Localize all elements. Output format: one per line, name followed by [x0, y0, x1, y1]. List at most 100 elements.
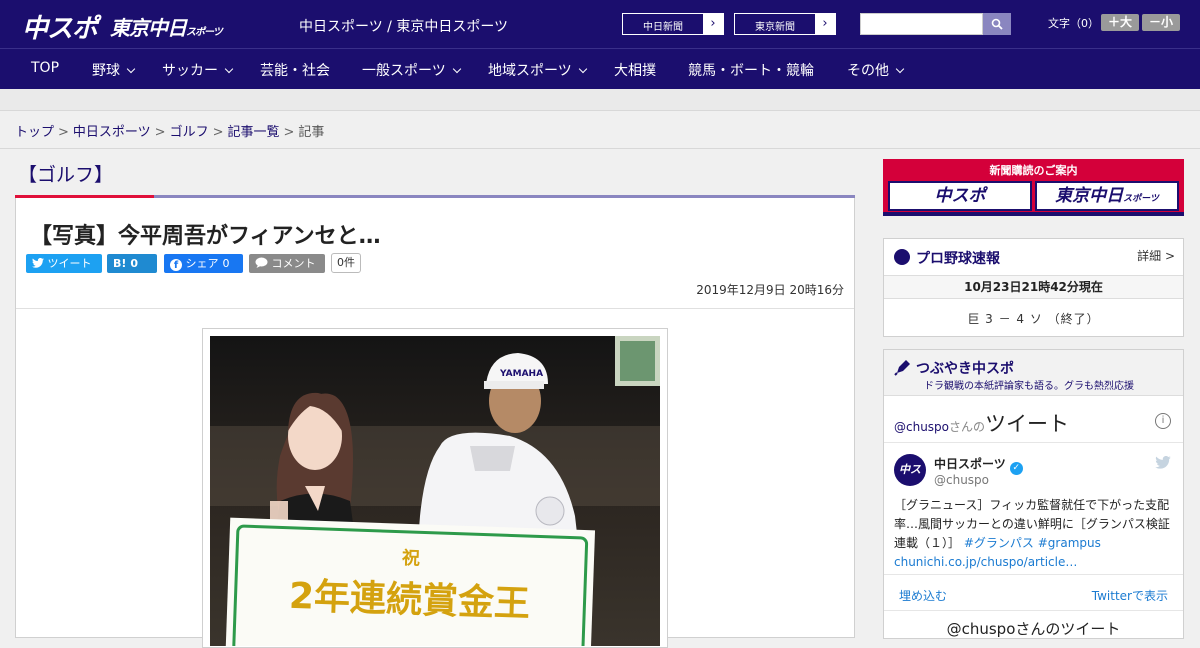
nav-item-soccer[interactable]: サッカー [162, 60, 234, 80]
breadcrumb-chunichi-sports[interactable]: 中日スポーツ [73, 125, 151, 140]
divider [884, 610, 1183, 611]
baseball-detail-link[interactable]: 詳細 > [1137, 247, 1175, 264]
hatena-bookmark-button[interactable]: B! 0 [107, 254, 157, 273]
search-button[interactable] [983, 13, 1011, 35]
baseball-game-result[interactable]: 巨 3 － 4 ソ （終了） [884, 310, 1183, 327]
top-header: 中スポ 東京中日スポーツ 中日スポーツ / 東京中日スポーツ 中日新聞 › 東京… [0, 0, 1200, 48]
nav-label: その他 [847, 63, 889, 79]
view-on-twitter-link[interactable]: Twitterで表示 [1092, 587, 1168, 604]
breadcrumb-sep: > [58, 125, 69, 140]
tweet-author-name-text: 中日スポーツ [934, 457, 1006, 471]
nav-label: 競馬・ボート・競輪 [688, 63, 814, 79]
tokyo-subscribe-text: 東京中日 [1055, 186, 1124, 206]
hatena-icon: B! [113, 257, 127, 270]
facebook-icon: f [170, 259, 182, 271]
twitter-widget: つぶやき中スポ ドラ観戦の本紙評論家も語る。グラも熱烈応援 @chuspoさんの… [883, 349, 1184, 639]
board-main-text: 2年連続賞金王 [288, 575, 530, 625]
breadcrumb-sep: > [154, 125, 166, 140]
tweet-author-name[interactable]: 中日スポーツ ✓ [934, 455, 1023, 475]
embed-link[interactable]: 埋め込む [899, 587, 947, 604]
breadcrumb-article-list[interactable]: 記事一覧 [228, 125, 280, 140]
tweet-text: ［グラニュース］フィッカ監督就任で下がった支配率…風間サッカーとの違い鮮明に［グ… [894, 496, 1174, 572]
search-icon [991, 18, 1003, 30]
timeline-handle[interactable]: @chuspo [894, 420, 949, 434]
chevron-down-icon [578, 64, 587, 74]
chevron-down-icon [224, 64, 234, 74]
comment-button[interactable]: コメント [249, 254, 325, 273]
subscription-banner[interactable]: 新聞購読のご案内 中スポ 東京中日スポーツ [883, 159, 1184, 216]
nav-item-baseball[interactable]: 野球 [92, 60, 136, 80]
chuspo-subscribe-logo: 中スポ [888, 181, 1032, 211]
nav-item-other[interactable]: その他 [847, 60, 905, 80]
chevron-down-icon [452, 64, 461, 74]
nav-label: 一般スポーツ [362, 63, 446, 79]
chevron-right-icon: › [815, 14, 835, 34]
nav-item-regional-sports[interactable]: 地域スポーツ [488, 60, 587, 80]
article-photo[interactable]: YAMAHA 祝 2年連続賞金王 [210, 336, 660, 646]
breadcrumb-current: 記事 [298, 125, 325, 140]
nav-item-general-sports[interactable]: 一般スポーツ [362, 60, 461, 80]
main-nav: TOP 野球 サッカー 芸能・社会 一般スポーツ 地域スポーツ 大相撲 競馬・ボ… [0, 48, 1200, 89]
search-input[interactable] [860, 13, 983, 35]
tokyo-subscribe-logo: 東京中日スポーツ [1035, 181, 1179, 211]
tsubuyaki-header: つぶやき中スポ ドラ観戦の本紙評論家も語る。グラも熱烈応援 [884, 350, 1183, 396]
facebook-count: 0 [222, 257, 230, 270]
divider [884, 574, 1183, 575]
facebook-share-label: シェア [185, 257, 219, 270]
hatena-count: 0 [130, 257, 139, 270]
divider [16, 308, 854, 309]
tweets-footer-link[interactable]: @chuspoさんのツイート [884, 618, 1183, 639]
chunichi-shimbun-button[interactable]: 中日新聞 › [622, 13, 724, 35]
chevron-down-icon [895, 64, 905, 74]
baseball-score-widget: プロ野球速報 詳細 > 10月23日21時42分現在 巨 3 － 4 ソ （終了… [883, 238, 1184, 337]
breadcrumb-top[interactable]: トップ [15, 125, 54, 140]
divider [0, 148, 1200, 149]
breadcrumb: トップ > 中日スポーツ > ゴルフ > 記事一覧 > 記事 [15, 121, 324, 140]
tweet-author-handle[interactable]: @chuspo [934, 473, 989, 487]
baseball-icon [894, 249, 910, 265]
font-larger-button[interactable]: ＋大 [1101, 14, 1139, 31]
tweet-hashtag-grampus-jp[interactable]: #グランパス [964, 536, 1034, 550]
nav-item-top[interactable]: TOP [31, 60, 59, 76]
timeline-san: さんの [949, 420, 986, 434]
chunichi-shimbun-label: 中日新聞 [643, 22, 683, 33]
nav-item-sumo[interactable]: 大相撲 [614, 60, 656, 80]
board-top-text: 祝 [402, 547, 421, 570]
twitter-bird-icon[interactable] [1155, 456, 1171, 469]
nav-label: サッカー [162, 63, 218, 79]
chevron-down-icon [126, 64, 136, 74]
breadcrumb-sep: > [283, 125, 295, 140]
chuspo-logo[interactable]: 中スポ [22, 8, 98, 45]
verified-badge-icon: ✓ [1009, 462, 1023, 475]
tweet-share-label: ツイート [47, 257, 92, 270]
golfer-and-fiancee-photo: YAMAHA 祝 2年連続賞金王 [210, 336, 660, 646]
subscription-heading: 新聞購読のご案内 [989, 164, 1078, 177]
tokyo-logo-small: スポーツ [186, 27, 223, 38]
tweet-share-button[interactable]: ツイート [26, 254, 102, 273]
tokyo-logo-text: 東京中日 [110, 16, 187, 40]
nav-label: 大相撲 [614, 63, 656, 79]
nav-label: TOP [31, 60, 60, 76]
nav-label: 地域スポーツ [488, 63, 572, 79]
baseball-title: プロ野球速報 [916, 251, 1000, 267]
info-icon[interactable]: i [1155, 413, 1171, 429]
tsubuyaki-title: つぶやき中スポ [916, 361, 1014, 377]
speech-bubble-icon [255, 257, 268, 268]
category-heading: 【ゴルフ】 [18, 164, 114, 186]
facebook-share-button[interactable]: f シェア 0 [164, 254, 243, 273]
baseball-update-time: 10月23日21時42分現在 [884, 275, 1183, 299]
cap-brand-text: YAMAHA [499, 369, 543, 379]
avatar[interactable]: 中スポ [894, 454, 926, 508]
tokyo-chunichi-logo[interactable]: 東京中日スポーツ [110, 12, 223, 41]
nav-item-racing[interactable]: 競馬・ボート・競輪 [688, 60, 814, 80]
breadcrumb-golf[interactable]: ゴルフ [170, 125, 209, 140]
tweet-link[interactable]: chunichi.co.jp/chuspo/article… [894, 555, 1077, 569]
tokyo-shimbun-button[interactable]: 東京新聞 › [734, 13, 836, 35]
tweet-hashtag-grampus[interactable]: #grampus [1038, 536, 1101, 550]
tsubuyaki-subtitle: ドラ観戦の本紙評論家も語る。グラも熱烈応援 [924, 381, 1134, 392]
article-date: 2019年12月9日 20時16分 [696, 283, 844, 297]
breadcrumb-sep: > [212, 125, 224, 140]
nav-item-entertainment[interactable]: 芸能・社会 [260, 60, 330, 80]
font-smaller-button[interactable]: －小 [1142, 14, 1180, 31]
site-title[interactable]: 中日スポーツ / 東京中日スポーツ [299, 16, 508, 36]
